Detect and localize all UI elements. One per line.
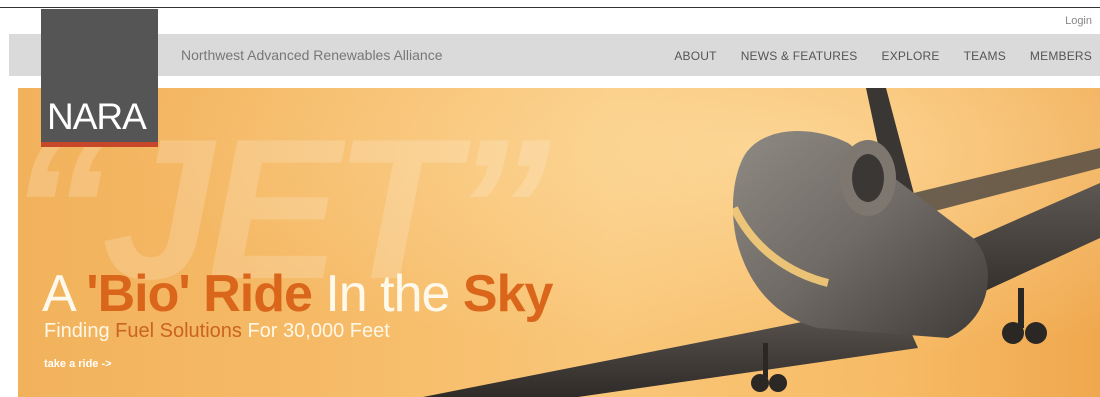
nara-logo[interactable]: NARA bbox=[41, 9, 158, 147]
headline-part-2: 'Bio' Ride bbox=[86, 265, 313, 323]
nav-members[interactable]: MEMBERS bbox=[1030, 49, 1092, 63]
nav-news-features[interactable]: NEWS & FEATURES bbox=[741, 49, 858, 63]
headline-part-3: In the bbox=[311, 265, 463, 323]
take-a-ride-link[interactable]: take a ride -> bbox=[44, 358, 112, 370]
logo-text: NARA bbox=[47, 96, 147, 137]
hero-subhead: Finding Fuel Solutions For 30,000 Feet bbox=[44, 320, 390, 343]
airplane-image bbox=[423, 88, 1100, 397]
nav-bar: Northwest Advanced Renewables Alliance A… bbox=[9, 34, 1100, 76]
hero-headline: A 'Bio' Ride In the Sky bbox=[42, 265, 554, 323]
main-nav: ABOUT NEWS & FEATURES EXPLORE TEAMS MEMB… bbox=[674, 49, 1092, 63]
headline-part-4: Sky bbox=[462, 265, 554, 323]
subhead-part-1: Finding bbox=[44, 320, 116, 342]
headline-part-1: A bbox=[42, 265, 87, 323]
top-divider bbox=[0, 7, 1100, 8]
nav-teams[interactable]: TEAMS bbox=[964, 49, 1006, 63]
hero-banner[interactable]: “JET” A 'Bio' Ride In the Sky Finding Fu… bbox=[18, 88, 1100, 397]
login-link[interactable]: Login bbox=[1065, 15, 1092, 27]
subhead-part-2: Fuel Solutions bbox=[115, 320, 242, 342]
subhead-part-3: For 30,000 Feet bbox=[241, 320, 390, 342]
org-name: Northwest Advanced Renewables Alliance bbox=[181, 47, 443, 63]
nav-about[interactable]: ABOUT bbox=[674, 49, 716, 63]
nav-explore[interactable]: EXPLORE bbox=[881, 49, 939, 63]
